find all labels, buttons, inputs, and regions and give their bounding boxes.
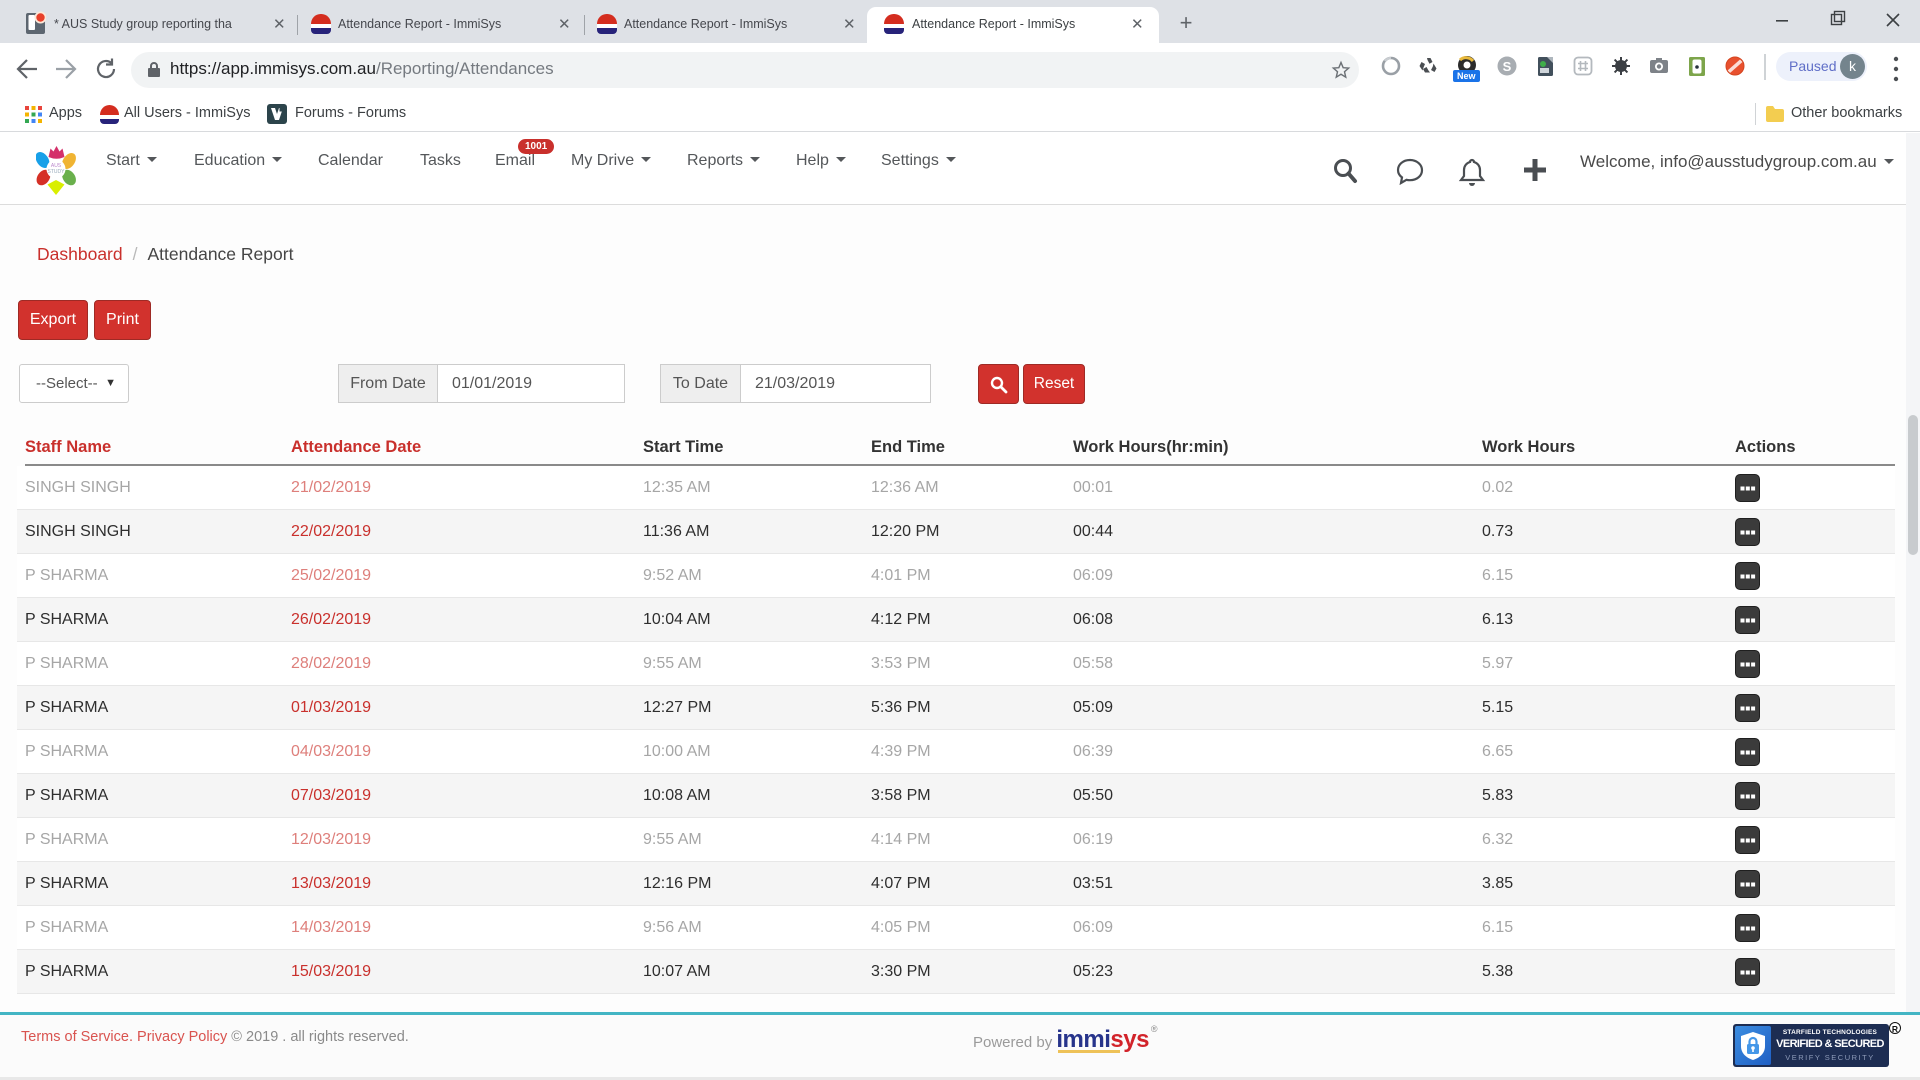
svg-text:S: S (1503, 59, 1512, 74)
svg-text:STUDY: STUDY (48, 169, 66, 175)
